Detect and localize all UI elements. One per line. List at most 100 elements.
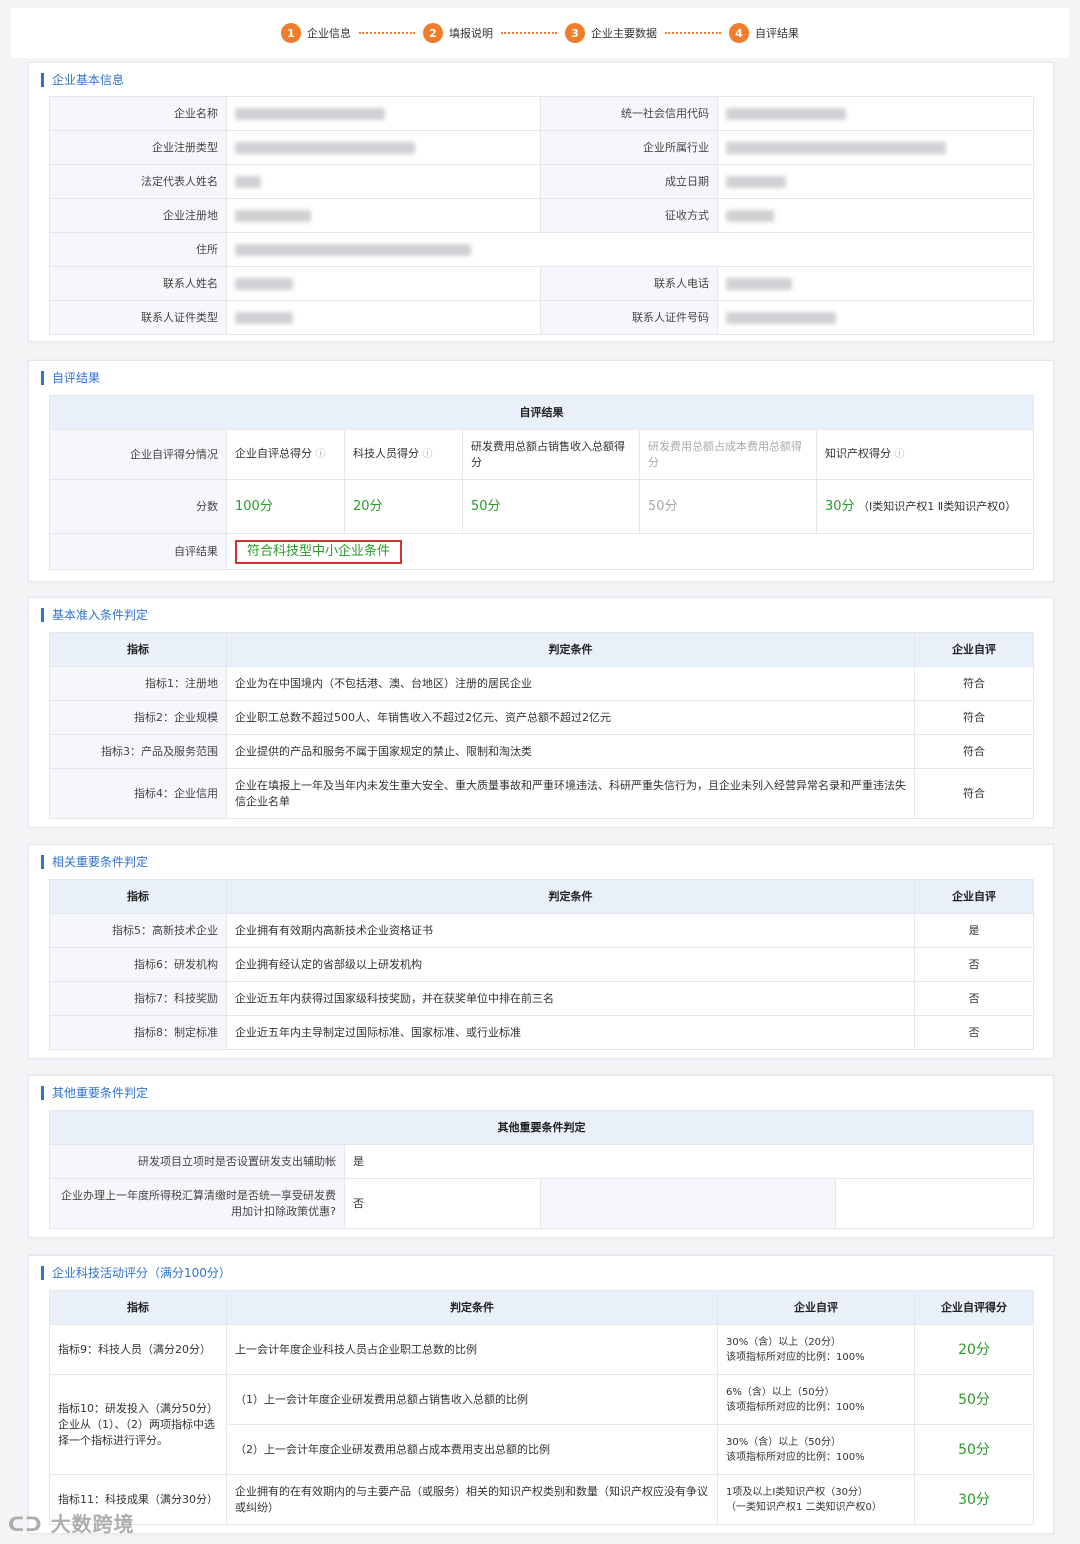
field-value [717, 198, 1034, 233]
eval-ratio: 该项指标所对应的比例：100% [726, 1351, 865, 1363]
field-value [226, 198, 541, 233]
condition: 企业近五年内获得过国家级科技奖励，并在获奖单位中排在前三名 [226, 981, 915, 1016]
field-value [226, 300, 541, 335]
step-2[interactable]: 2 填报说明 [423, 23, 493, 43]
condition: 企业为在中国境内（不包括港、澳、台地区）注册的居民企业 [226, 666, 915, 701]
info-icon[interactable]: ⓘ [316, 449, 326, 460]
column-header: 研发费用总额占销售收入总额得分 [462, 429, 640, 480]
step-1[interactable]: 1 企业信息 [281, 23, 351, 43]
watermark-text: 大数跨境 [50, 1512, 135, 1536]
step-4[interactable]: 4 自评结果 [729, 23, 799, 43]
field-label: 联系人证件类型 [49, 300, 227, 335]
indicator-name: 指标9：科技人员（满分20分） [49, 1324, 227, 1375]
staff-score: 20分 [344, 479, 463, 534]
table-row: 联系人证件类型 联系人证件号码 [49, 300, 1034, 335]
table-row: 法定代表人姓名 成立日期 [49, 164, 1034, 199]
empty-cell [835, 1178, 1034, 1229]
condition: 企业拥有的在有效期内的与主要产品（或服务）相关的知识产权类别和数量（知识产权应没… [226, 1474, 718, 1525]
question: 企业办理上一年度所得税汇算清缴时是否统一享受研发费用加计扣除政策优惠? [49, 1178, 345, 1229]
step-number: 1 [281, 23, 301, 43]
column-header: 企业自评 [914, 632, 1034, 667]
indicator-name: 指标3：产品及服务范围 [49, 734, 227, 769]
field-label: 成立日期 [540, 164, 718, 199]
column-header: 指标 [49, 1290, 227, 1325]
eval: 否 [914, 947, 1034, 982]
field-value [717, 300, 1034, 335]
access-table: 指标 判定条件 企业自评 指标1：注册地 企业为在中国境内（不包括港、澳、台地区）… [49, 632, 1034, 819]
basic-info-table: 企业名称 统一社会信用代码 企业注册类型 企业所属行业 法定代表人姓名 成立日期… [49, 96, 1034, 335]
eval: 否 [914, 981, 1034, 1016]
indicator-name: 指标5：高新技术企业 [49, 913, 227, 948]
ip-score-cell: 30分 （Ⅰ类知识产权1 Ⅱ类知识产权0） [815, 479, 1035, 534]
progress-steps: 1 企业信息 2 填报说明 3 企业主要数据 4 自评结果 [11, 8, 1069, 58]
table-row: 企业注册类型 企业所属行业 [49, 130, 1034, 165]
row-label: 分数 [49, 479, 227, 534]
step-label: 企业主要数据 [591, 27, 657, 40]
row-label: 企业自评得分情况 [49, 429, 227, 480]
table-row: 分数 100分 20分 50分 50分 30分 （Ⅰ类知识产权1 Ⅱ类知识产权0… [49, 479, 1035, 534]
column-header: 企业自评 [717, 1290, 915, 1325]
score: 50分 [914, 1424, 1034, 1475]
step-label: 填报说明 [449, 27, 493, 40]
eval: 符合 [914, 700, 1034, 735]
table-header: 其他重要条件判定 [49, 1110, 1034, 1145]
field-label: 法定代表人姓名 [49, 164, 227, 199]
table-row: 指标5：高新技术企业 企业拥有有效期内高新技术企业资格证书是 [49, 913, 1034, 948]
indicator-name: 指标6：研发机构 [49, 947, 227, 982]
condition: 上一会计年度企业科技人员占企业职工总数的比例 [226, 1324, 718, 1375]
condition: 企业提供的产品和服务不属于国家规定的禁止、限制和淘汰类 [226, 734, 915, 769]
table-row: 指标4：企业信用 企业在填报上一年及当年内未发生重大安全、重大质量事故和严重环境违… [49, 768, 1034, 819]
field-value [717, 96, 1034, 131]
access-panel: 基本准入条件判定 指标 判定条件 企业自评 指标1：注册地 企业为在中国境内（不包… [28, 597, 1054, 828]
column-header: 判定条件 [226, 1290, 718, 1325]
column-header: 判定条件 [226, 632, 915, 667]
column-header: 指标 [49, 632, 227, 667]
step-label: 自评结果 [755, 27, 799, 40]
table-row: 住所 [49, 232, 1034, 267]
eval: 30%（含）以上（50分） 该项指标所对应的比例：100% [717, 1424, 915, 1475]
eval: 符合 [914, 768, 1034, 819]
step-number: 4 [729, 23, 749, 43]
field-value [717, 164, 1034, 199]
condition: （1）上一会计年度企业研发费用总额占销售收入总额的比例 [226, 1374, 718, 1425]
result-text: 符合科技型中小企业条件 [235, 539, 403, 564]
field-label: 企业注册地 [49, 198, 227, 233]
empty-cell [540, 1178, 836, 1229]
section-title: 基本准入条件判定 [41, 608, 148, 622]
other-panel: 其他重要条件判定 其他重要条件判定 研发项目立项时是否设置研发支出辅助帐 是 企… [28, 1075, 1054, 1238]
eval-level: 30%（含）以上（20分） [726, 1336, 841, 1348]
eval-ratio: 该项指标所对应的比例：100% [726, 1401, 865, 1413]
field-label: 统一社会信用代码 [540, 96, 718, 131]
table-row: 指标6：研发机构 企业拥有经认定的省部级以上研发机构否 [49, 947, 1034, 982]
step-3[interactable]: 3 企业主要数据 [565, 23, 657, 43]
important-table: 指标 判定条件 企业自评 指标5：高新技术企业 企业拥有有效期内高新技术企业资格证… [49, 879, 1034, 1050]
column-header: 企业自评 [914, 879, 1034, 914]
table-row: 企业注册地 征收方式 [49, 198, 1034, 233]
table-row: 企业自评得分情况 企业自评总得分 ⓘ 科技人员得分 ⓘ 研发费用总额占销售收入总… [49, 429, 1035, 480]
column-header: 企业自评总得分 ⓘ [226, 429, 345, 480]
table-row: 指标9：科技人员（满分20分） 上一会计年度企业科技人员占企业职工总数的比例 3… [49, 1324, 1034, 1375]
eval: 1项及以上Ⅰ类知识产权（30分） （一类知识产权1 二类知识产权0） [717, 1474, 915, 1525]
indicator-name: 指标8：制定标准 [49, 1015, 227, 1050]
field-value [226, 164, 541, 199]
table-row: 研发项目立项时是否设置研发支出辅助帐 是 [49, 1144, 1034, 1179]
eval: 是 [914, 913, 1034, 948]
info-icon[interactable]: ⓘ [895, 449, 905, 460]
table-row: 指标10：研发投入（满分50分） 企业从（1）、（2）两项指标中选择一个指标进行… [49, 1374, 1034, 1475]
condition: 企业拥有有效期内高新技术企业资格证书 [226, 913, 915, 948]
eval: 符合 [914, 666, 1034, 701]
activity-panel: 企业科技活动评分（满分100分） 指标 判定条件 企业自评 企业自评得分 指标9… [28, 1255, 1054, 1534]
answer: 是 [344, 1144, 1034, 1179]
basic-info-panel: 企业基本信息 企业名称 统一社会信用代码 企业注册类型 企业所属行业 法定代表人… [28, 62, 1054, 342]
table-row: 指标7：科技奖励 企业近五年内获得过国家级科技奖励，并在获奖单位中排在前三名否 [49, 981, 1034, 1016]
result-cell: 符合科技型中小企业条件 [225, 533, 1035, 570]
eval-level: 6%（含）以上（50分） [726, 1386, 835, 1398]
rd-sales-score: 50分 [462, 479, 640, 534]
important-panel: 相关重要条件判定 指标 判定条件 企业自评 指标5：高新技术企业 企业拥有有效期内… [28, 844, 1054, 1059]
table-row: 企业办理上一年度所得税汇算清缴时是否统一享受研发费用加计扣除政策优惠? 否 [49, 1178, 1034, 1229]
eval-ratio: 该项指标所对应的比例：100% [726, 1451, 865, 1463]
info-icon[interactable]: ⓘ [423, 449, 433, 460]
watermark: ᑕᑐ 大数跨境 [8, 1508, 135, 1537]
condition: 企业在填报上一年及当年内未发生重大安全、重大质量事故和严重环境违法、科研严重失信… [226, 768, 915, 819]
condition: （2）上一会计年度企业研发费用总额占成本费用支出总额的比例 [226, 1424, 718, 1475]
